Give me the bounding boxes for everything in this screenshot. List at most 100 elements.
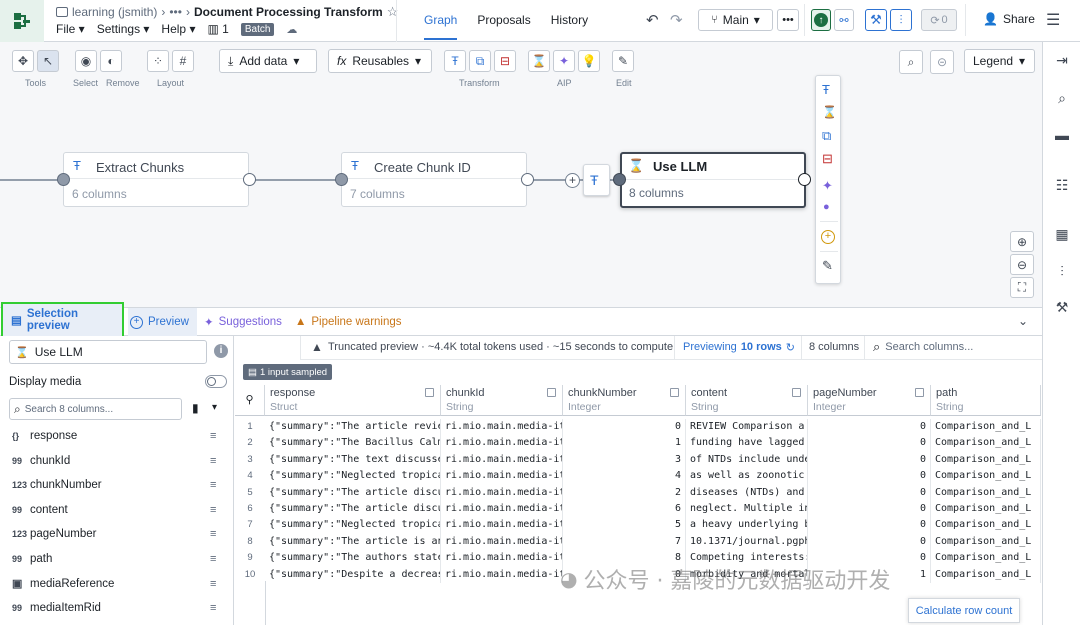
build-button[interactable]: ⚒ <box>865 9 887 31</box>
output-port[interactable] <box>521 173 534 186</box>
tab-suggestions[interactable]: ✦ Suggestions <box>204 308 282 336</box>
table-cell[interactable]: neglect. Multiple in <box>686 501 808 518</box>
table-cell[interactable]: ri.mio.main.media-it <box>441 501 563 518</box>
table-cell[interactable]: funding have lagged <box>686 435 808 452</box>
pipeline-count[interactable]: ▥ 1 <box>207 22 228 36</box>
zoom-out-icon[interactable]: ⊖ <box>1010 254 1034 275</box>
table-cell[interactable]: 0 <box>808 484 931 501</box>
node-use-llm[interactable]: ⌛ Use LLM 8 columns <box>620 152 806 208</box>
share-button[interactable]: 👤 Share <box>983 12 1035 26</box>
tab-preview[interactable]: + Preview <box>128 308 197 336</box>
table-cell[interactable]: 0 <box>808 435 931 452</box>
field-row[interactable]: 123 pageNumber ≡ <box>0 522 232 546</box>
transform-quick-button[interactable]: Ŧ <box>583 164 610 196</box>
sparkle-icon[interactable]: ✦ <box>822 178 833 194</box>
table-cell[interactable]: as well as zoonotic <box>686 468 808 485</box>
table-cell[interactable]: ri.mio.main.media-it <box>441 419 563 436</box>
transform-icon[interactable]: Ŧ <box>822 82 830 97</box>
tab-selection-preview[interactable]: ▤ Selection preview <box>1 302 124 338</box>
table-cell[interactable]: Comparison_and_L <box>931 435 1041 452</box>
table-cell[interactable]: Comparison_and_L <box>931 451 1041 469</box>
table-cell[interactable]: {"summary":"The Bacillus Calm <box>265 435 441 452</box>
table-cell[interactable]: ri.mio.main.media-it <box>441 533 563 551</box>
graph-canvas[interactable]: ✥ ↖ Tools ◉ ◐ Select Remove ⁘ # Layout ⤓… <box>0 42 1042 307</box>
hammer-icon[interactable]: ⚒ <box>1053 299 1071 317</box>
table-cell[interactable]: Comparison_and_L <box>931 517 1041 534</box>
deploy-button[interactable]: ↑ <box>811 9 831 31</box>
add-node-plus-icon[interactable]: + <box>565 173 580 188</box>
folder-icon[interactable]: ▬ <box>1053 127 1071 145</box>
add-circle-icon[interactable]: + <box>821 230 835 244</box>
column-header[interactable]: response Struct <box>265 385 441 416</box>
column-header[interactable]: content String <box>686 385 808 416</box>
table-cell[interactable]: Comparison_and_L <box>931 501 1041 518</box>
bulb-icon[interactable]: ● <box>823 201 830 213</box>
table-cell[interactable]: ri.mio.main.media-it <box>441 435 563 452</box>
calculate-row-count-button[interactable]: Calculate row count <box>908 598 1020 623</box>
table-cell[interactable]: Comparison_and_L <box>931 419 1041 436</box>
column-menu-icon[interactable] <box>670 388 679 397</box>
sign-in-icon[interactable]: ⇥ <box>1053 52 1071 70</box>
node-extract-chunks[interactable]: Ŧ Extract Chunks 6 columns <box>63 152 249 207</box>
table-cell[interactable]: Comparison_and_L <box>931 468 1041 485</box>
display-media-toggle[interactable] <box>205 375 227 388</box>
table-cell[interactable]: {"summary":"The article revie <box>265 419 441 436</box>
app-logo[interactable] <box>0 0 44 42</box>
menu-help[interactable]: Help ▾ <box>161 22 195 36</box>
table-cell[interactable]: ri.mio.main.media-it <box>441 566 563 583</box>
table-cell[interactable]: 0 <box>563 419 686 436</box>
list-menu-icon[interactable]: ☰ <box>1046 10 1060 30</box>
field-row[interactable]: ▣ mediaReference ≡ <box>0 572 232 596</box>
table-cell[interactable]: 1 <box>563 435 686 452</box>
tab-history[interactable]: History <box>551 13 588 40</box>
table-cell[interactable]: 7 <box>563 533 686 551</box>
branch-selector[interactable]: ⑂ Main ▾ <box>698 9 773 31</box>
clipboard-icon[interactable]: ▮ <box>192 401 199 415</box>
table-cell[interactable]: Comparison_and_L <box>931 566 1041 583</box>
calendar-icon[interactable]: ▦ <box>1053 226 1071 244</box>
info-icon[interactable]: i <box>214 344 228 358</box>
node-create-chunk-id[interactable]: Ŧ Create Chunk ID 7 columns <box>341 152 527 207</box>
tab-pipeline-warnings[interactable]: ▲ Pipeline warnings <box>295 308 402 336</box>
table-cell[interactable]: {"summary":"The text discusse <box>265 451 441 469</box>
column-menu-icon[interactable] <box>425 388 434 397</box>
table-cell[interactable]: a heavy underlying b <box>686 517 808 534</box>
table-cell[interactable]: Comparison_and_L <box>931 484 1041 501</box>
sliders-icon[interactable]: ⫶ <box>1053 263 1071 281</box>
breadcrumb-user[interactable]: learning (jsmith) <box>72 5 157 19</box>
table-cell[interactable]: Comparison_and_L <box>931 533 1041 551</box>
table-cell[interactable]: 0 <box>808 451 931 469</box>
column-menu-icon[interactable] <box>915 388 924 397</box>
table-cell[interactable]: ri.mio.main.media-it <box>441 517 563 534</box>
fit-view-icon[interactable]: ⛶ <box>1010 277 1034 298</box>
table-cell[interactable]: diseases (NTDs) and <box>686 484 808 501</box>
table-cell[interactable]: REVIEW Comparison a <box>686 419 808 436</box>
field-menu-icon[interactable]: ≡ <box>210 504 216 516</box>
table-cell[interactable]: ri.mio.main.media-it <box>441 484 563 501</box>
node-name-field[interactable]: ⌛ Use LLM <box>9 340 207 364</box>
zoom-in-icon[interactable]: ⊕ <box>1010 231 1034 252</box>
table-cell[interactable]: ri.mio.main.media-it <box>441 468 563 485</box>
table-cell[interactable]: 10.1371/journal.pgph <box>686 533 808 551</box>
table-cell[interactable]: ri.mio.main.media-it <box>441 451 563 469</box>
table-cell[interactable]: 3 <box>563 451 686 469</box>
tab-graph[interactable]: Graph <box>424 13 458 40</box>
table-cell[interactable]: Comparison_and_L <box>931 550 1041 567</box>
settings-sliders-button[interactable]: ⫶ <box>890 9 912 31</box>
column-menu-icon[interactable] <box>792 388 801 397</box>
input-port[interactable] <box>57 173 70 186</box>
field-menu-icon[interactable]: ≡ <box>210 455 216 467</box>
field-row[interactable]: 99 path ≡ <box>0 547 232 571</box>
field-row[interactable]: 123 chunkNumber ≡ <box>0 473 232 497</box>
column-header[interactable]: chunkNumber Integer <box>563 385 686 416</box>
search-columns-input[interactable]: ⌕ Search columns... <box>873 339 973 355</box>
column-header[interactable]: pageNumber Integer <box>808 385 931 416</box>
row-count-selector[interactable]: Previewing 10 rows ↻ <box>683 341 795 354</box>
edit-pencil-icon[interactable]: ✎ <box>822 258 833 274</box>
table-cell[interactable]: {"summary":"The article is an <box>265 533 441 551</box>
search-icon[interactable]: ⌕ <box>1053 90 1071 108</box>
table-cell[interactable]: {"summary":"The article discu <box>265 484 441 501</box>
table-cell[interactable]: 0 <box>808 533 931 551</box>
field-row[interactable]: 99 mediaItemRid ≡ <box>0 596 232 620</box>
field-menu-icon[interactable]: ≡ <box>210 553 216 565</box>
